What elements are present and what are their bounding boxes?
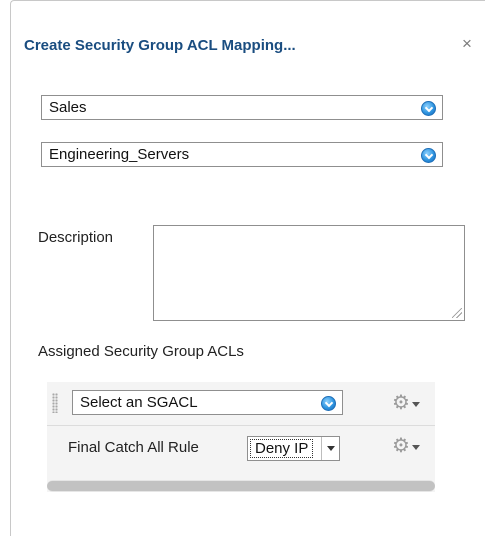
gear-glyph: ⚙ [392,392,410,414]
gear-glyph: ⚙ [392,435,410,457]
horizontal-scrollbar[interactable] [47,480,435,492]
source-group-select[interactable]: Sales [41,95,443,120]
caret-down-icon [412,445,420,450]
gear-icon[interactable]: ⚙ [392,393,422,415]
final-rule-select[interactable]: Deny IP [247,436,340,461]
final-rule-row: Final Catch All Rule Deny IP ⚙ [47,427,435,469]
chevron-down-circle-icon[interactable] [321,396,336,411]
gear-icon[interactable]: ⚙ [392,436,422,458]
sgacl-select-value: Select an SGACL [80,394,198,411]
chevron-down-circle-icon[interactable] [421,148,436,163]
final-rule-value: Deny IP [250,439,314,458]
description-textarea[interactable] [153,225,465,321]
destination-group-value: Engineering_Servers [49,146,190,163]
select-arrow-icon[interactable] [321,437,339,460]
chevron-down-circle-icon[interactable] [421,101,436,116]
acl-row: Select an SGACL ⚙ [47,382,435,426]
scrollbar-thumb[interactable] [47,481,435,491]
destination-group-select[interactable]: Engineering_Servers [41,142,443,167]
assigned-acls-label: Assigned Security Group ACLs [38,343,244,360]
acl-table: Select an SGACL ⚙ Final Catch All Rule D… [47,382,435,492]
sgacl-select[interactable]: Select an SGACL [72,390,343,415]
drag-handle-icon[interactable] [52,393,58,413]
resize-grip-icon[interactable] [452,308,462,318]
dialog-title: Create Security Group ACL Mapping... [24,37,296,54]
final-rule-label: Final Catch All Rule [68,439,199,456]
caret-down-icon [412,402,420,407]
source-group-value: Sales [49,99,87,116]
security-group-acl-dialog: Create Security Group ACL Mapping... × S… [10,0,485,536]
close-icon[interactable]: × [462,35,472,52]
description-label: Description [38,229,114,246]
